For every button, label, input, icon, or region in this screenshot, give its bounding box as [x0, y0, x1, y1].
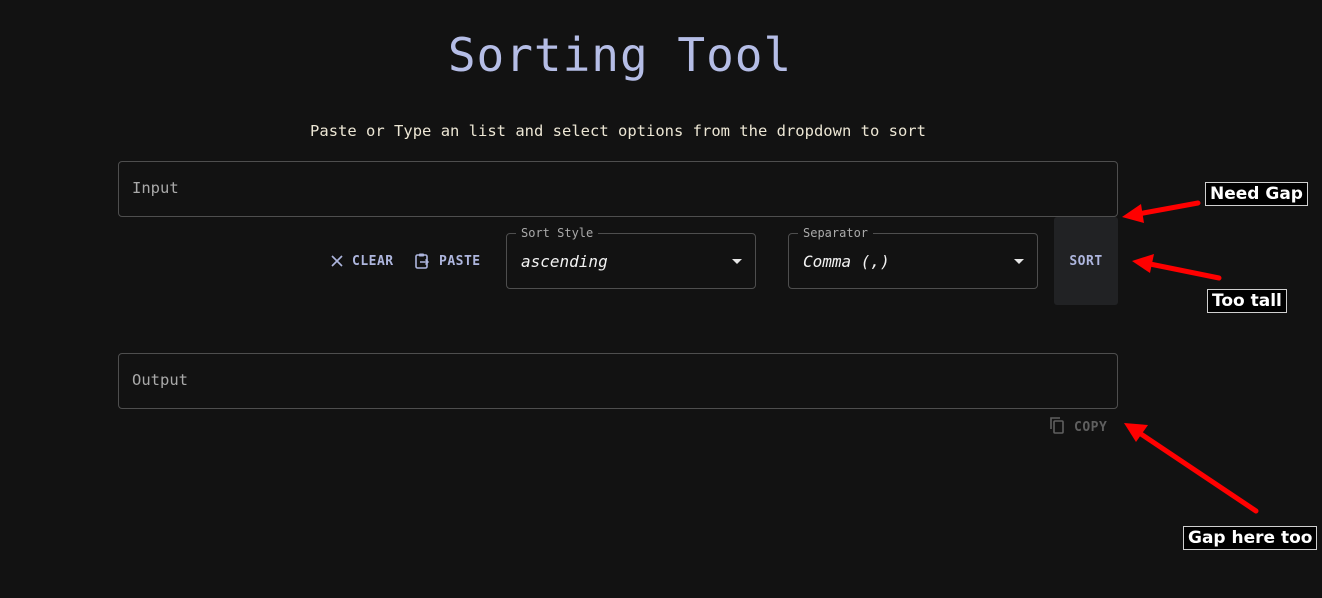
paste-label: PASTE [439, 253, 481, 269]
copy-icon [1048, 416, 1066, 438]
copy-button[interactable]: COPY [1048, 416, 1107, 438]
clear-label: CLEAR [352, 253, 394, 269]
annotation-arrowhead-too-tall [1132, 254, 1154, 273]
clipboard-paste-icon [413, 252, 431, 270]
page-title: Sorting Tool [447, 28, 793, 82]
sort-style-value: ascending [521, 252, 608, 271]
annotation-arrow-too-tall [1147, 261, 1222, 281]
annotation-gap-here-too: Gap here too [1183, 526, 1318, 550]
paste-button[interactable]: PASTE [413, 250, 481, 272]
close-icon [330, 254, 344, 268]
sort-style-label: Sort Style [516, 226, 599, 240]
output-field[interactable]: Output [118, 353, 1118, 409]
sort-style-select[interactable]: Sort Style ascending [506, 226, 756, 289]
annotation-arrow-gap-here-too [1135, 429, 1259, 514]
annotation-need-gap: Need Gap [1205, 182, 1308, 206]
annotation-too-tall: Too tall [1207, 289, 1287, 313]
caret-down-icon [1014, 259, 1024, 264]
input-placeholder: Input [132, 179, 179, 197]
input-field[interactable]: Input [118, 161, 1118, 217]
separator-select[interactable]: Separator Comma (,) [788, 226, 1038, 289]
annotation-arrowhead-gap-here-too [1124, 423, 1148, 442]
page-subtitle: Paste or Type an list and select options… [310, 122, 926, 140]
separator-label: Separator [798, 226, 874, 240]
sort-button[interactable]: SORT [1054, 217, 1118, 305]
annotation-arrow-need-gap [1135, 200, 1201, 217]
annotation-arrows [1122, 200, 1259, 514]
sort-label: SORT [1069, 253, 1103, 269]
clear-button[interactable]: CLEAR [330, 250, 394, 272]
annotation-arrowhead-need-gap [1122, 204, 1144, 223]
separator-value: Comma (,) [803, 252, 890, 271]
copy-label: COPY [1074, 419, 1108, 435]
caret-down-icon [732, 259, 742, 264]
output-placeholder: Output [132, 371, 188, 389]
